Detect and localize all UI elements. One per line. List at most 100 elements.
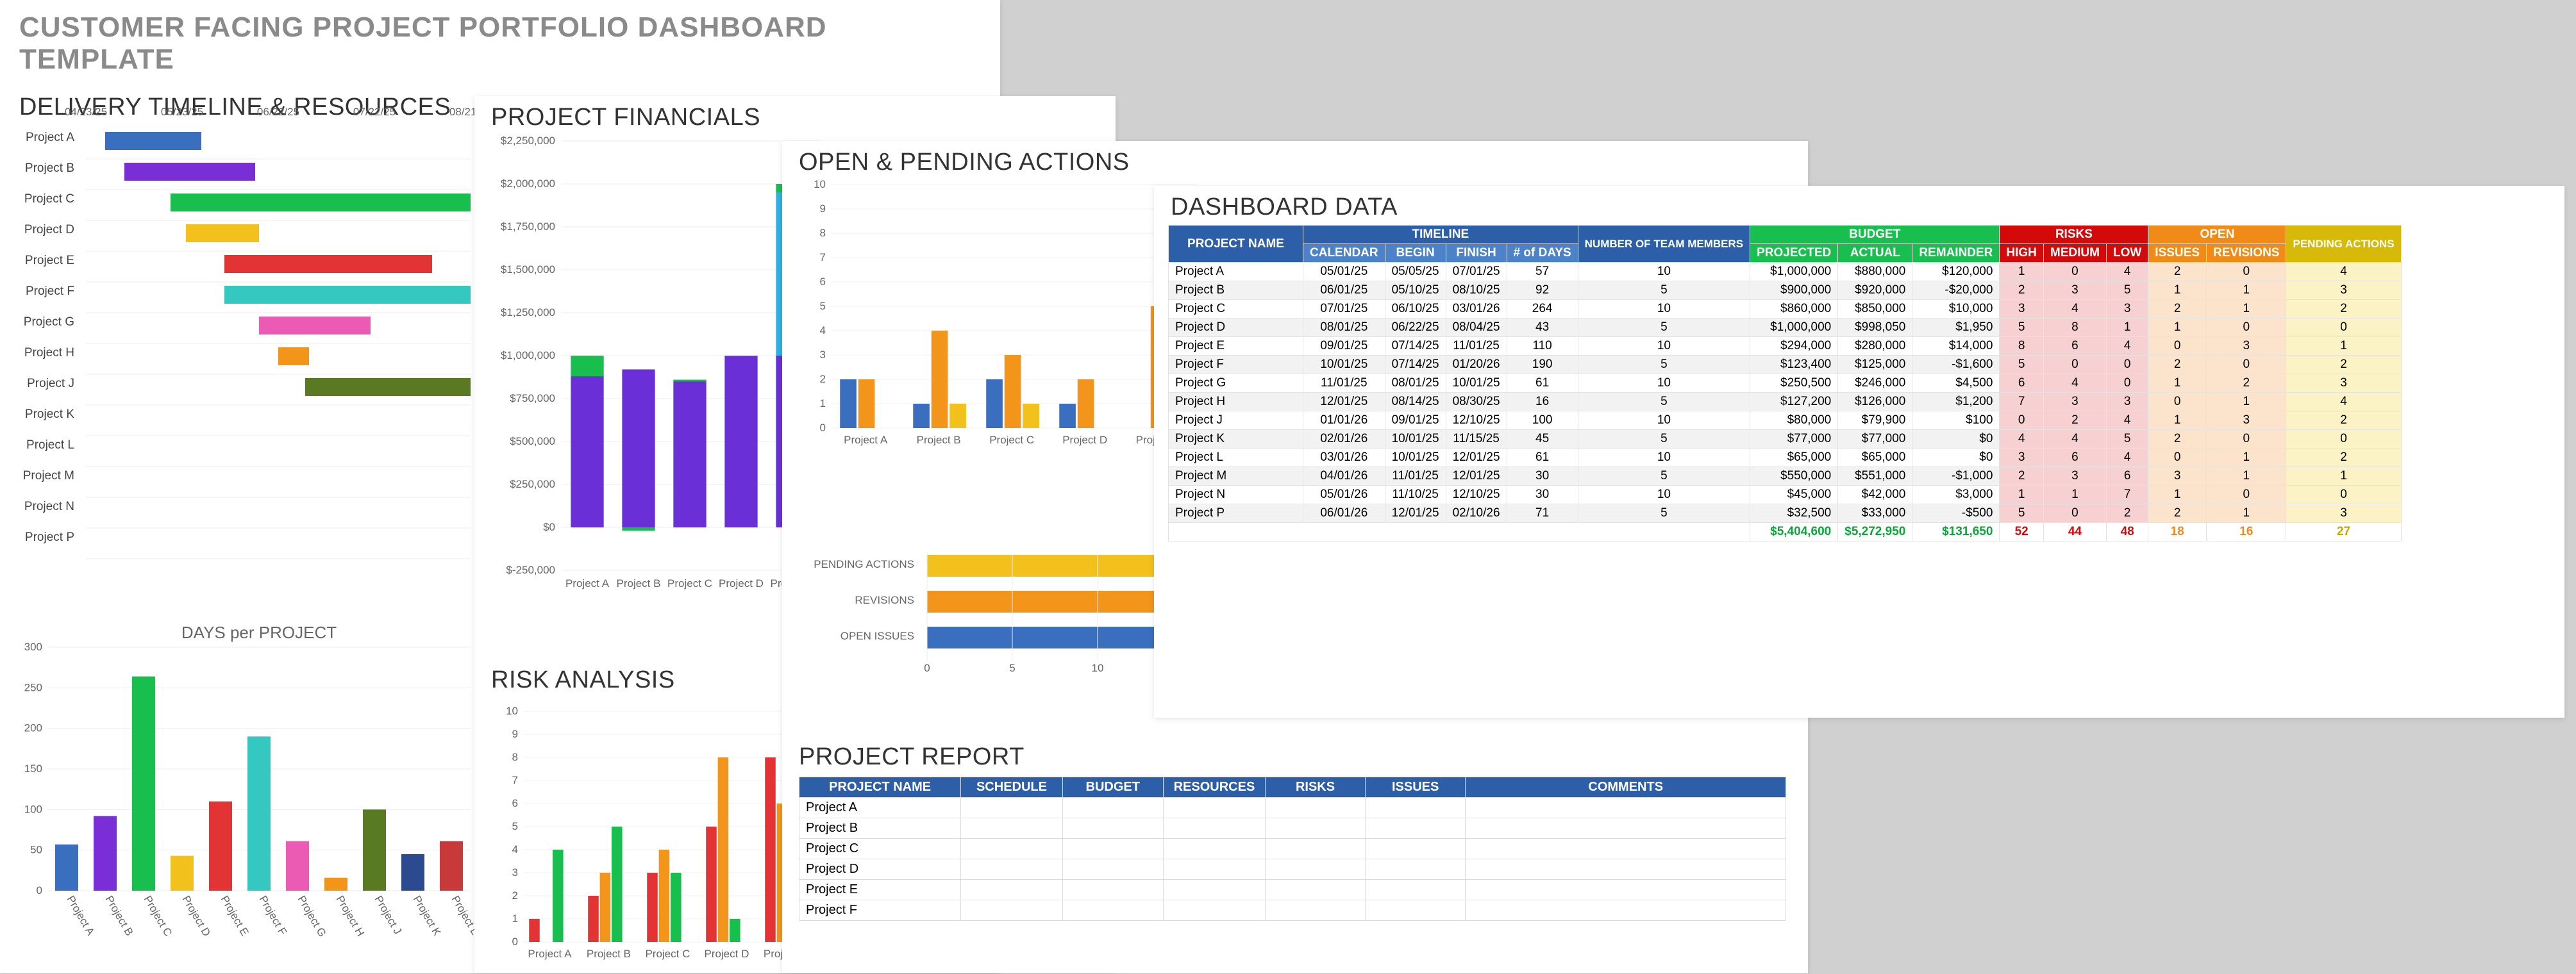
table-row: Project E bbox=[799, 880, 1786, 900]
svg-text:5: 5 bbox=[820, 300, 826, 312]
svg-text:$2,000,000: $2,000,000 bbox=[501, 177, 555, 190]
svg-text:300: 300 bbox=[24, 641, 42, 653]
svg-text:Project F: Project F bbox=[257, 894, 289, 937]
dashdata-title: DASHBOARD DATA bbox=[1154, 186, 2564, 225]
table-row: Project C07/01/2506/10/2503/01/2626410$8… bbox=[1169, 300, 2402, 318]
svg-text:OPEN ISSUES: OPEN ISSUES bbox=[841, 630, 914, 642]
table-row: Project C bbox=[799, 839, 1786, 859]
svg-text:$250,000: $250,000 bbox=[510, 478, 555, 490]
svg-text:Project H: Project H bbox=[24, 346, 74, 359]
table-row: Project A05/01/2505/05/2507/01/255710$1,… bbox=[1169, 263, 2402, 281]
svg-text:REVISIONS: REVISIONS bbox=[855, 594, 914, 606]
svg-text:Project J: Project J bbox=[27, 377, 74, 390]
svg-text:8: 8 bbox=[820, 227, 826, 239]
gantt-chart: 04/23/2505/23/2506/22/2507/22/2508/21/25… bbox=[9, 96, 483, 590]
actions-chart: 012345678910Project AProject BProject CP… bbox=[799, 172, 1209, 479]
table-row: Project A bbox=[799, 798, 1786, 818]
svg-text:2: 2 bbox=[512, 889, 518, 902]
svg-text:9: 9 bbox=[512, 728, 518, 740]
svg-text:Project K: Project K bbox=[411, 894, 444, 939]
svg-text:0: 0 bbox=[512, 936, 518, 948]
svg-text:Project P: Project P bbox=[25, 531, 74, 544]
svg-text:Project C: Project C bbox=[142, 894, 174, 939]
svg-text:3: 3 bbox=[820, 349, 826, 361]
table-row: Project D08/01/2506/22/2508/04/25435$1,0… bbox=[1169, 318, 2402, 337]
svg-text:Project B: Project B bbox=[25, 161, 74, 175]
svg-text:$0: $0 bbox=[543, 521, 555, 533]
svg-text:2: 2 bbox=[820, 373, 826, 385]
svg-text:Project B: Project B bbox=[103, 894, 136, 938]
svg-text:Project D: Project D bbox=[704, 948, 749, 960]
table-row: Project N05/01/2611/10/2512/10/253010$45… bbox=[1169, 486, 2402, 504]
table-row: Project J01/01/2609/01/2512/10/2510010$8… bbox=[1169, 411, 2402, 430]
table-row: Project F bbox=[799, 900, 1786, 921]
table-row: Project E09/01/2507/14/2511/01/2511010$2… bbox=[1169, 337, 2402, 356]
svg-text:1: 1 bbox=[512, 912, 518, 925]
svg-text:Project G: Project G bbox=[296, 894, 329, 939]
svg-text:0: 0 bbox=[924, 662, 930, 674]
table-row: Project B bbox=[799, 818, 1786, 839]
page-title: CUSTOMER FACING PROJECT PORTFOLIO DASHBO… bbox=[19, 12, 981, 76]
svg-text:Project D: Project D bbox=[719, 577, 764, 590]
svg-text:$1,000,000: $1,000,000 bbox=[501, 349, 555, 361]
svg-text:3: 3 bbox=[512, 866, 518, 879]
table-row: Project G11/01/2508/01/2510/01/256110$25… bbox=[1169, 374, 2402, 393]
svg-text:200: 200 bbox=[24, 722, 42, 734]
svg-text:6: 6 bbox=[820, 276, 826, 288]
financials-chart: $-250,000 $0 $250,000 $500,000 $750,000 $1,00… bbox=[491, 122, 824, 615]
svg-text:Project M: Project M bbox=[23, 469, 74, 483]
table-row: Project D bbox=[799, 859, 1786, 880]
svg-text:$750,000: $750,000 bbox=[510, 392, 555, 404]
svg-text:$500,000: $500,000 bbox=[510, 435, 555, 447]
svg-text:$-250,000: $-250,000 bbox=[506, 564, 555, 576]
svg-text:7: 7 bbox=[820, 251, 826, 263]
svg-text:4: 4 bbox=[512, 843, 518, 855]
report-title: PROJECT REPORT bbox=[799, 743, 1025, 771]
svg-text:7: 7 bbox=[512, 774, 518, 786]
svg-text:$1,500,000: $1,500,000 bbox=[501, 263, 555, 276]
svg-text:5: 5 bbox=[1009, 662, 1015, 674]
svg-text:150: 150 bbox=[24, 763, 42, 775]
svg-text:Project C: Project C bbox=[667, 577, 712, 590]
svg-text:Project A: Project A bbox=[65, 894, 97, 938]
svg-text:1: 1 bbox=[820, 397, 826, 409]
risk-chart: 012345678910Project AProject BProject CP… bbox=[491, 698, 824, 974]
svg-text:Project K: Project K bbox=[25, 408, 74, 421]
svg-text:PENDING ACTIONS: PENDING ACTIONS bbox=[814, 558, 914, 570]
svg-text:8: 8 bbox=[512, 751, 518, 763]
dash-table: PROJECT NAMETIMELINENUMBER OF TEAM MEMBE… bbox=[1168, 225, 2402, 541]
svg-text:10: 10 bbox=[814, 178, 826, 190]
svg-text:Project A: Project A bbox=[565, 577, 610, 590]
table-row: Project B06/01/2505/10/2508/10/25925$900… bbox=[1169, 281, 2402, 300]
table-row: Project M04/01/2611/01/2512/01/25305$550… bbox=[1169, 467, 2402, 486]
svg-text:$2,250,000: $2,250,000 bbox=[501, 135, 555, 147]
svg-text:6: 6 bbox=[512, 797, 518, 809]
svg-text:0: 0 bbox=[820, 422, 826, 434]
svg-text:DAYS per PROJECT: DAYS per PROJECT bbox=[181, 623, 337, 642]
svg-text:Project J: Project J bbox=[372, 894, 405, 937]
report-table: PROJECT NAMESCHEDULEBUDGETRESOURCESRISKS… bbox=[799, 777, 1786, 921]
svg-text:9: 9 bbox=[820, 202, 826, 215]
svg-text:Project B: Project B bbox=[917, 434, 961, 446]
svg-text:4: 4 bbox=[820, 324, 826, 336]
svg-text:Project A: Project A bbox=[528, 948, 572, 960]
svg-text:06/22/25: 06/22/25 bbox=[257, 106, 299, 118]
svg-text:100: 100 bbox=[24, 803, 42, 815]
svg-text:Project N: Project N bbox=[24, 500, 74, 513]
svg-text:Project D: Project D bbox=[24, 223, 74, 236]
svg-text:Project C: Project C bbox=[989, 434, 1034, 446]
svg-text:Project F: Project F bbox=[26, 285, 74, 298]
svg-text:Project A: Project A bbox=[26, 131, 74, 144]
table-row: Project F10/01/2507/14/2501/20/261905$12… bbox=[1169, 356, 2402, 374]
svg-text:07/22/25: 07/22/25 bbox=[353, 106, 396, 118]
svg-text:Project C: Project C bbox=[24, 192, 74, 206]
svg-text:Project A: Project A bbox=[844, 434, 888, 446]
svg-text:Project D: Project D bbox=[180, 894, 213, 939]
svg-text:Project E: Project E bbox=[219, 894, 251, 938]
panel-dashdata: DASHBOARD DATA PROJECT NAMETIMELINENUMBE… bbox=[1154, 186, 2564, 718]
svg-text:$1,750,000: $1,750,000 bbox=[501, 220, 555, 233]
svg-text:Project H: Project H bbox=[334, 894, 367, 939]
svg-text:05/23/25: 05/23/25 bbox=[161, 106, 203, 118]
svg-text:50: 50 bbox=[30, 844, 42, 856]
table-row: Project K02/01/2610/01/2511/15/25455$77,… bbox=[1169, 430, 2402, 449]
